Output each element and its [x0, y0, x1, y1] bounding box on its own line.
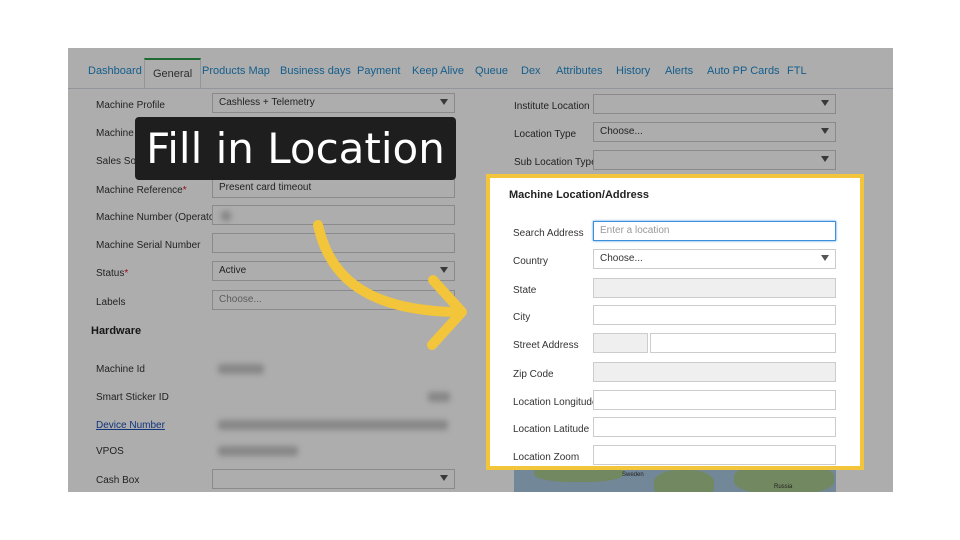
city-label: City [513, 312, 531, 323]
state-input[interactable] [593, 278, 836, 298]
latitude-label: Location Latitude [513, 424, 590, 435]
search-address-placeholder: Enter a location [600, 225, 670, 236]
search-address-label: Search Address [513, 228, 584, 239]
state-label: State [513, 285, 537, 296]
city-input[interactable] [593, 305, 836, 325]
zoom-input[interactable] [593, 445, 836, 465]
street-address-label: Street Address [513, 340, 579, 351]
latitude-input[interactable] [593, 417, 836, 437]
zoom-label: Location Zoom [513, 452, 580, 463]
location-address-panel: Machine Location/Address Search Address … [486, 174, 864, 470]
street-address-input[interactable] [650, 333, 836, 353]
longitude-input[interactable] [593, 390, 836, 410]
chevron-down-icon [821, 255, 829, 261]
country-value: Choose... [600, 253, 643, 264]
country-label: Country [513, 256, 549, 267]
street-number-input[interactable] [593, 333, 648, 353]
longitude-label: Location Longitude [513, 397, 598, 408]
zip-code-label: Zip Code [513, 369, 554, 380]
search-address-input[interactable]: Enter a location [593, 221, 836, 241]
panel-title: Machine Location/Address [509, 189, 649, 201]
country-select[interactable]: Choose... [593, 249, 836, 269]
zip-code-input[interactable] [593, 362, 836, 382]
